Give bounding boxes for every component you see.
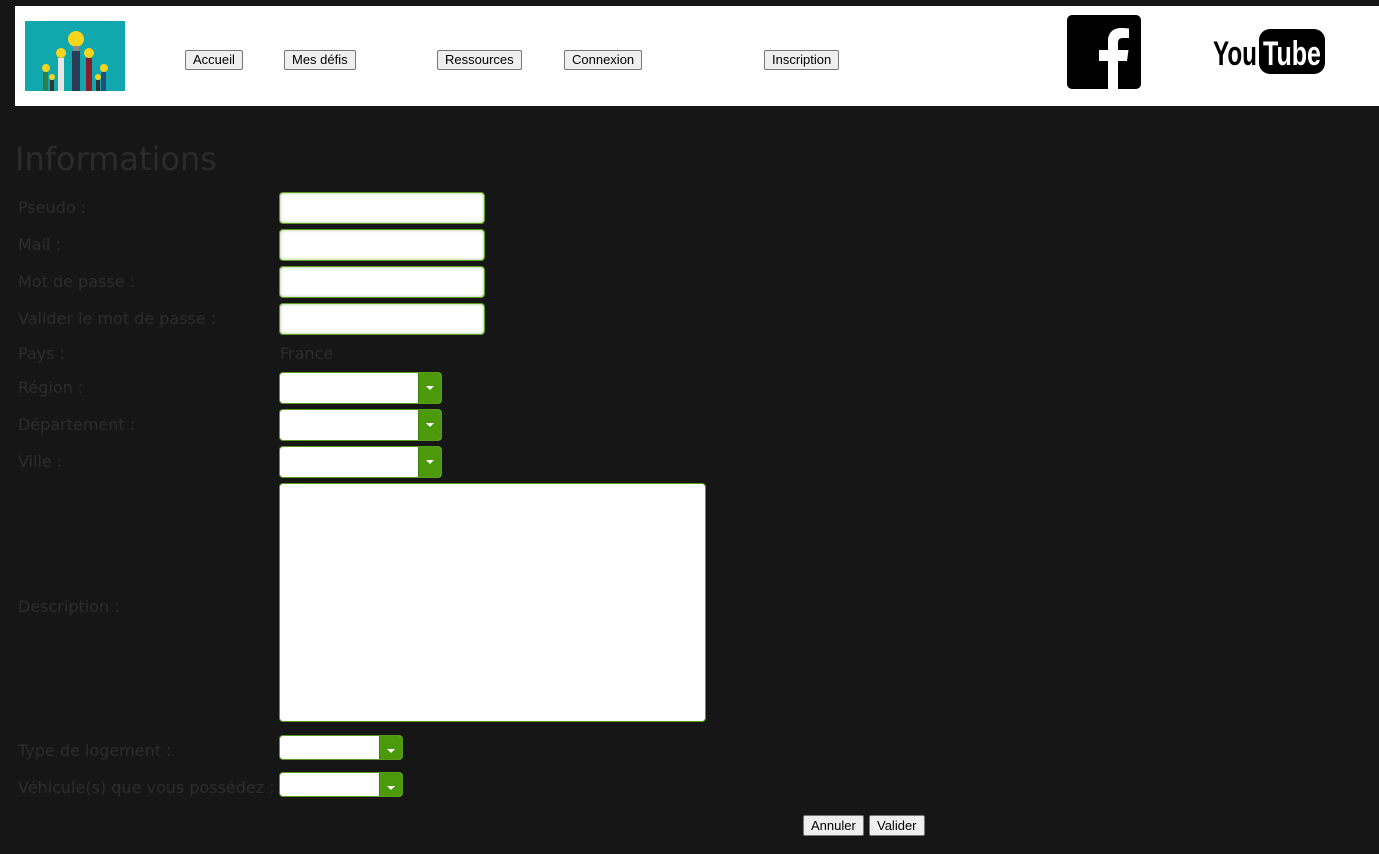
description-textarea[interactable] — [279, 483, 706, 722]
annuler-button[interactable]: Annuler — [803, 815, 864, 836]
ville-label: Ville : — [18, 452, 63, 471]
youtube-icon[interactable]: You Tube — [1213, 28, 1328, 78]
ville-select[interactable] — [279, 446, 442, 478]
pays-value: France — [280, 344, 334, 363]
mail-label: Mail : — [18, 235, 61, 254]
facebook-icon[interactable] — [1067, 15, 1141, 89]
departement-select[interactable] — [279, 409, 442, 441]
nav-ressources-button[interactable]: Ressources — [437, 50, 522, 70]
nav-inscription-button[interactable]: Inscription — [764, 50, 840, 70]
mail-input[interactable] — [279, 229, 485, 261]
chevron-down-icon[interactable] — [379, 773, 402, 796]
nav-connexion-button[interactable]: Connexion — [564, 50, 643, 70]
password-confirm-label: Valider le mot de passe : — [18, 309, 217, 328]
region-label: Région : — [18, 378, 84, 397]
password-confirm-input[interactable] — [279, 303, 485, 335]
logement-select[interactable] — [279, 735, 403, 760]
vehicule-select[interactable] — [279, 772, 403, 797]
nav-mes-defis-button[interactable]: Mes défis — [284, 50, 356, 70]
site-logo[interactable] — [25, 21, 125, 91]
valider-button[interactable]: Valider — [869, 815, 925, 836]
pays-label: Pays : — [18, 344, 66, 363]
password-label: Mot de passe : — [18, 272, 135, 291]
logement-label: Type de logement : — [18, 741, 172, 760]
youtube-you-text: You — [1213, 35, 1257, 73]
chevron-down-icon[interactable] — [418, 447, 441, 477]
chevron-down-icon[interactable] — [418, 410, 441, 440]
nav-accueil-button[interactable]: Accueil — [185, 50, 243, 70]
pseudo-input[interactable] — [279, 192, 485, 224]
password-input[interactable] — [279, 266, 485, 298]
pseudo-label: Pseudo : — [18, 198, 87, 217]
site-header: Accueil Mes défis Ressources Connexion I… — [15, 6, 1379, 106]
youtube-tube-text: Tube — [1263, 35, 1321, 73]
departement-label: Département : — [18, 415, 136, 434]
region-select[interactable] — [279, 372, 442, 404]
page-title: Informations — [15, 140, 217, 178]
vehicule-label: Véhicule(s) que vous possédez : — [18, 778, 275, 797]
chevron-down-icon[interactable] — [418, 373, 441, 403]
chevron-down-icon[interactable] — [379, 736, 402, 759]
description-label: Description : — [18, 597, 120, 616]
lightbulb-hands-icon — [25, 21, 125, 91]
